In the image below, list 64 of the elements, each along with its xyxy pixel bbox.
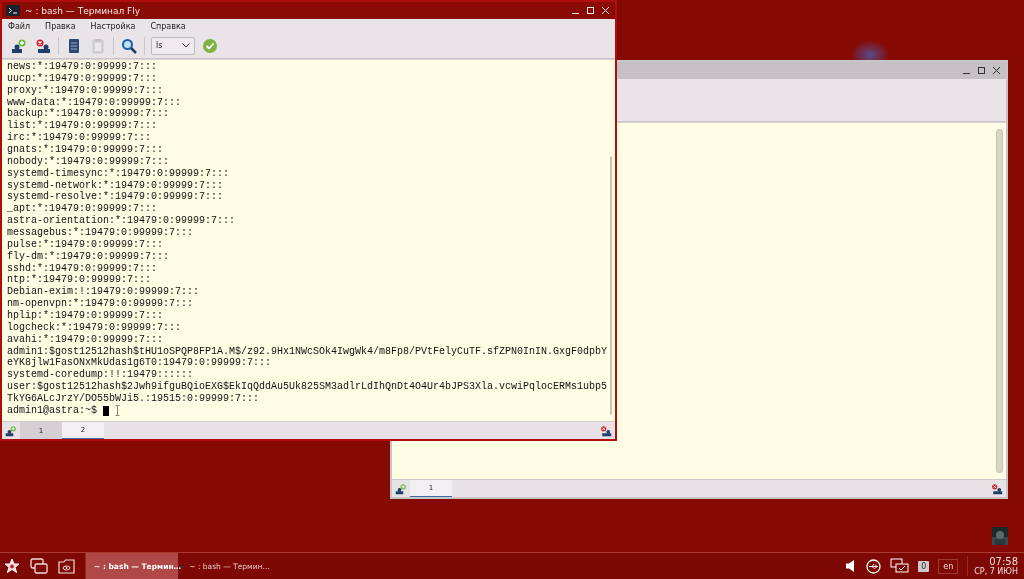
terminal-line: nm-openvpn:*:19479:0:99999:7:::	[7, 298, 195, 310]
close-tab-icon	[600, 424, 612, 437]
terminal-line: systemd-coredump:!!:19479::::::	[7, 369, 195, 381]
network-icon[interactable]	[890, 558, 910, 574]
terminal-line: backup:*:19479:0:99999:7:::	[7, 108, 171, 120]
terminal-line: pulse:*:19479:0:99999:7:::	[7, 238, 165, 251]
terminal-line: nobody:*:19479:0:99999:7:::	[7, 155, 171, 168]
text-cursor-icon	[115, 405, 120, 417]
terminal-line: list:*:19479:0:99999:7:::	[7, 120, 159, 132]
command-dropdown[interactable]: ls	[151, 36, 195, 55]
terminal-line: messagebus:*:19479:0:99999:7:::	[7, 227, 195, 239]
terminal-line: Debian-exim:!:19479:0:99999:7:::	[7, 286, 201, 298]
shell-prompt: admin1@astra:~$	[7, 404, 97, 417]
terminal-line: fly-dm:*:19479:0:99999:7:::	[7, 250, 171, 263]
search-button[interactable]	[120, 36, 138, 55]
search-icon	[121, 37, 137, 54]
terminal-line: news:*:19479:0:99999:7:::	[7, 61, 159, 73]
terminal-line: www-data:*:19479:0:99999:7:::	[7, 96, 183, 108]
menu-item[interactable]: Правка	[45, 21, 76, 31]
terminal-line: astra-orientation:*:19479:0:99999:7:::	[7, 215, 237, 227]
usb-icon[interactable]	[866, 558, 882, 574]
clock-time: 07:58	[989, 556, 1018, 567]
keyboard-layout[interactable]: en	[938, 558, 959, 574]
terminal-line: systemd-timesync:*:19479:0:99999:7:::	[7, 167, 231, 180]
terminal-line: ntp:*:19479:0:99999:7:::	[7, 274, 153, 286]
text-cursor	[103, 405, 109, 416]
terminal-line: logcheck:*:19479:0:99999:7:::	[7, 321, 183, 334]
caret-icon	[182, 43, 190, 48]
close-icon[interactable]	[993, 67, 1000, 74]
close-tab-icon	[35, 37, 51, 54]
terminal-line: TkYG6ALcJrzY/DO55bWJi5.:19515:0:99999:7:::	[7, 393, 261, 405]
menu-item[interactable]: Настройка	[90, 21, 136, 31]
terminal-line: proxy:*:19479:0:99999:7:::	[7, 84, 165, 97]
maximize-icon[interactable]	[978, 67, 985, 74]
star-icon[interactable]	[4, 558, 20, 574]
windows-icon[interactable]	[30, 558, 48, 574]
terminal-line: hplip:*:19479:0:99999:7:::	[7, 310, 165, 322]
terminal-line: admin1:$gost12512hash$tHU1oSPQP8FP1A.M$/z92.9Hx1NWcSOk4IwgWk4/m8Fp8/PVtFelyCuTF.sfZPN0InIN.GxgF0dpbY	[7, 345, 608, 357]
terminal-line: avahi:*:19479:0:99999:7:::	[7, 333, 165, 346]
terminal-line: systemd-resolve:*:19479:0:99999:7:::	[7, 191, 225, 203]
new-tab-icon	[5, 424, 17, 437]
terminal-line: sshd:*:19479:0:99999:7:::	[7, 262, 159, 274]
menu-item[interactable]: Файл	[8, 21, 31, 31]
folder-icon[interactable]	[58, 558, 75, 574]
terminal-line: irc:*:19479:0:99999:7:::	[7, 132, 153, 144]
close-tab-icon	[991, 482, 1003, 495]
scrollbar-thumb[interactable]	[610, 156, 613, 415]
menu-item[interactable]: Справка	[150, 21, 186, 31]
document-icon	[67, 37, 81, 54]
window-title: ~ : bash — Терминал Fly	[25, 5, 142, 16]
new-tab-icon	[395, 482, 407, 495]
terminal-line: user:$gost12512hash$2Jwh9ifguBQioEXG$EkIqQddAu5Uk825SM3adlrLdIhQnDt4O4Ur4bJPS3Xla.vcwiPqlocERMs1ubp5	[7, 381, 608, 393]
clock-date: СР, 7 ИЮН	[974, 567, 1018, 576]
clipboard-icon	[91, 37, 105, 54]
notification-count[interactable]: 0	[918, 560, 930, 572]
terminal-line: _apt:*:19479:0:99999:7:::	[7, 203, 159, 215]
new-tab-icon	[11, 37, 27, 54]
scrollbar-thumb[interactable]	[996, 129, 1003, 473]
terminal-line: eYK8jlw1FasONxMkUdas1g6T0:19479:0:99999:7:::	[7, 357, 273, 369]
check-icon	[202, 37, 218, 54]
terminal-line: systemd-network:*:19479:0:99999:7:::	[7, 179, 225, 191]
terminal-icon	[6, 5, 20, 16]
terminal-line: gnats:*:19479:0:99999:7:::	[7, 144, 165, 156]
terminal-line: uucp:*:19479:0:99999:7:::	[7, 72, 159, 85]
